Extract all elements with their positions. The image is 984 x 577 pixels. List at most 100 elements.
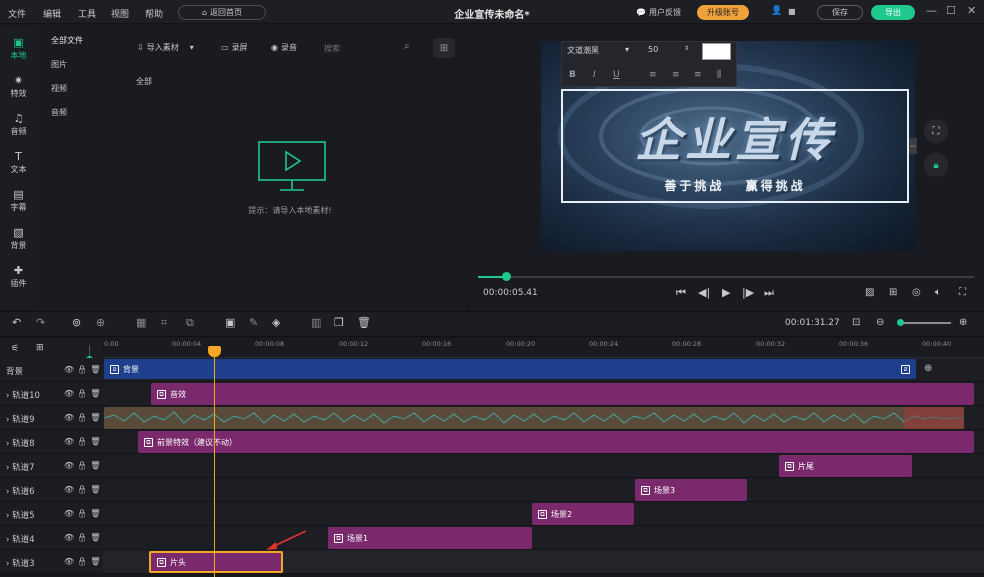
lock-button[interactable]: 🔒︎ (924, 153, 948, 177)
playhead-line[interactable] (214, 347, 215, 577)
record-screen-button[interactable]: ▭ 录屏 (221, 42, 248, 53)
add-icon[interactable]: ⊕ (924, 363, 932, 374)
tool-effects[interactable]: ✷ 特效 (0, 68, 37, 106)
skip-back-icon[interactable]: ⏮ (676, 286, 686, 300)
menu-tools[interactable]: 工具 (78, 7, 96, 20)
fit-timeline-icon[interactable]: ⊡ (852, 317, 860, 328)
fit-screen-button[interactable]: ⛶ (924, 119, 948, 143)
underline-button[interactable]: U (613, 70, 620, 80)
zoom-out-icon[interactable]: ⊖ (876, 317, 884, 328)
zoom-in-icon[interactable]: ⊕ (959, 317, 967, 328)
grid-view-button[interactable]: ⊞ (433, 38, 455, 58)
text-color-swatch[interactable] (702, 43, 731, 60)
track-controls[interactable]: 👁︎🔒︎🗑︎ (64, 461, 103, 470)
progress-handle[interactable] (502, 272, 511, 281)
frame-back-icon[interactable]: ◀| (698, 286, 710, 299)
add-track-icon[interactable]: ⊞ (36, 343, 44, 353)
import-button[interactable]: ⇩ 导入素材 ▾ (137, 42, 194, 53)
tool-local[interactable]: ▣ 本地 (0, 30, 37, 68)
magnet-icon[interactable]: ⊚ (72, 316, 81, 329)
vertical-text-icon[interactable]: ⫼ (717, 70, 721, 80)
frame-forward-icon[interactable]: |▶ (742, 286, 754, 299)
volume-icon[interactable]: 🔈︎ (935, 287, 941, 298)
search-icon[interactable]: ⌕ (404, 41, 410, 52)
zoom-slider-handle[interactable] (897, 319, 904, 326)
user-icon[interactable]: 👤 (771, 6, 782, 16)
search-input[interactable]: 搜索 (324, 43, 340, 54)
track-controls[interactable]: 👁︎🔒︎🗑︎ (64, 533, 103, 542)
category-images[interactable]: 图片 (51, 59, 67, 70)
clip-background[interactable]: ⧄ 背景 ⧄ (104, 359, 916, 379)
tool-background[interactable]: ▧ 背景 (0, 220, 37, 258)
record-audio-button[interactable]: ◉ 录音 (271, 42, 297, 53)
close-icon[interactable]: ✕ (967, 4, 976, 17)
category-videos[interactable]: 视频 (51, 83, 67, 94)
delete-icon[interactable]: 🗑︎ (357, 316, 371, 329)
font-select[interactable]: 文道潮黑 ▾ (567, 45, 639, 58)
clip-scene1[interactable]: ⧉ 场景1 (328, 527, 532, 549)
panel-collapse-handle[interactable]: ‹› (909, 138, 917, 154)
clip-scene3[interactable]: ⧉ 场景3 (635, 479, 747, 501)
track-controls[interactable]: 👁︎🔒︎🗑︎ (64, 413, 103, 422)
track-controls[interactable]: 👁︎🔒︎🗑︎ (64, 437, 103, 446)
copy-icon[interactable]: ❐ (334, 316, 344, 329)
export-button[interactable]: 导出 (871, 5, 915, 20)
upgrade-button[interactable]: 升级账号 (697, 5, 749, 20)
layers-icon[interactable]: ◈ (272, 316, 280, 329)
track-controls[interactable]: 👁︎🔒︎🗑︎ (64, 389, 103, 398)
split-icon[interactable]: ⧉ (186, 316, 194, 330)
grid-icon[interactable]: ⊞ (889, 287, 897, 298)
snapshot-icon[interactable]: ◎ (912, 287, 921, 298)
preview-title-text[interactable]: 企业宣传 (561, 104, 909, 170)
tool-text[interactable]: T 文本 (0, 144, 37, 182)
square-icon[interactable]: ■ (788, 7, 796, 16)
crop-tool-icon[interactable]: ⌗ (161, 316, 167, 330)
tool-plugin[interactable]: ✚ 插件 (0, 258, 37, 296)
clip-ending[interactable]: ⧉ 片尾 (779, 455, 912, 477)
progress-track[interactable] (478, 276, 974, 278)
image-edit-icon[interactable]: ▣ (225, 316, 235, 329)
track-controls[interactable]: 👁︎🔒︎🗑︎ (64, 365, 103, 374)
clip-scene2[interactable]: ⧉ 场景2 (532, 503, 634, 525)
tool-audio[interactable]: ♫ 音频 (0, 106, 37, 144)
maximize-icon[interactable]: ☐ (946, 4, 956, 17)
play-icon[interactable]: ▶ (722, 286, 730, 299)
menu-help[interactable]: 帮助 (145, 7, 163, 20)
mosaic-icon[interactable]: ▦ (136, 316, 146, 329)
track-settings-icon[interactable]: ⚟ (11, 344, 19, 354)
undo-icon[interactable]: ↶ (12, 316, 21, 329)
edit-icon[interactable]: ✎ (249, 316, 258, 329)
tool-subtitle[interactable]: ▤ 字幕 (0, 182, 37, 220)
italic-button[interactable]: I (593, 70, 596, 80)
align-left-icon[interactable]: ≡ (649, 70, 657, 80)
bold-button[interactable]: B (569, 70, 576, 80)
clip-sfx[interactable]: ⧉ 音效 (151, 383, 974, 405)
target-icon[interactable]: ⊕ (96, 316, 105, 329)
paste-icon[interactable]: ▥ (311, 316, 321, 329)
feedback-button[interactable]: 💬 用户反馈 (636, 7, 681, 18)
track-controls[interactable]: 👁︎🔒︎🗑︎ (64, 557, 103, 566)
fullscreen-icon[interactable]: ⛶ (959, 287, 966, 298)
align-center-icon[interactable]: ≡ (672, 70, 680, 80)
menu-view[interactable]: 视图 (111, 7, 129, 20)
clip-opening[interactable]: ⧉ 片头 (149, 551, 283, 573)
track-controls[interactable]: 👁︎🔒︎🗑︎ (64, 509, 103, 518)
filter-all[interactable]: 全部 (136, 76, 152, 87)
zoom-slider[interactable] (899, 322, 951, 324)
preview-subtitle-text[interactable]: 善于挑战 赢得挑战 (561, 177, 909, 194)
menu-edit[interactable]: 编辑 (43, 7, 61, 20)
save-button[interactable]: 保存 (817, 5, 863, 20)
crop-icon[interactable]: ▨ (865, 287, 874, 298)
clip-audio-waveform[interactable] (104, 407, 964, 429)
font-size-stepper[interactable]: 50 ⇕ (648, 45, 694, 58)
minimize-icon[interactable]: — (926, 4, 937, 17)
playhead-handle[interactable] (208, 346, 221, 357)
skip-forward-icon[interactable]: ⏭ (764, 286, 774, 300)
home-button[interactable]: ⌂ 返回首页 (178, 5, 266, 20)
menu-file[interactable]: 文件 (8, 7, 26, 20)
align-right-icon[interactable]: ≡ (694, 70, 702, 80)
track-controls[interactable]: 👁︎🔒︎🗑︎ (64, 485, 103, 494)
clip-foreground-effect[interactable]: ⧉ 前景特效（建议不动） (138, 431, 974, 453)
category-all-files[interactable]: 全部文件 (51, 35, 83, 46)
redo-icon[interactable]: ↷ (36, 316, 45, 329)
